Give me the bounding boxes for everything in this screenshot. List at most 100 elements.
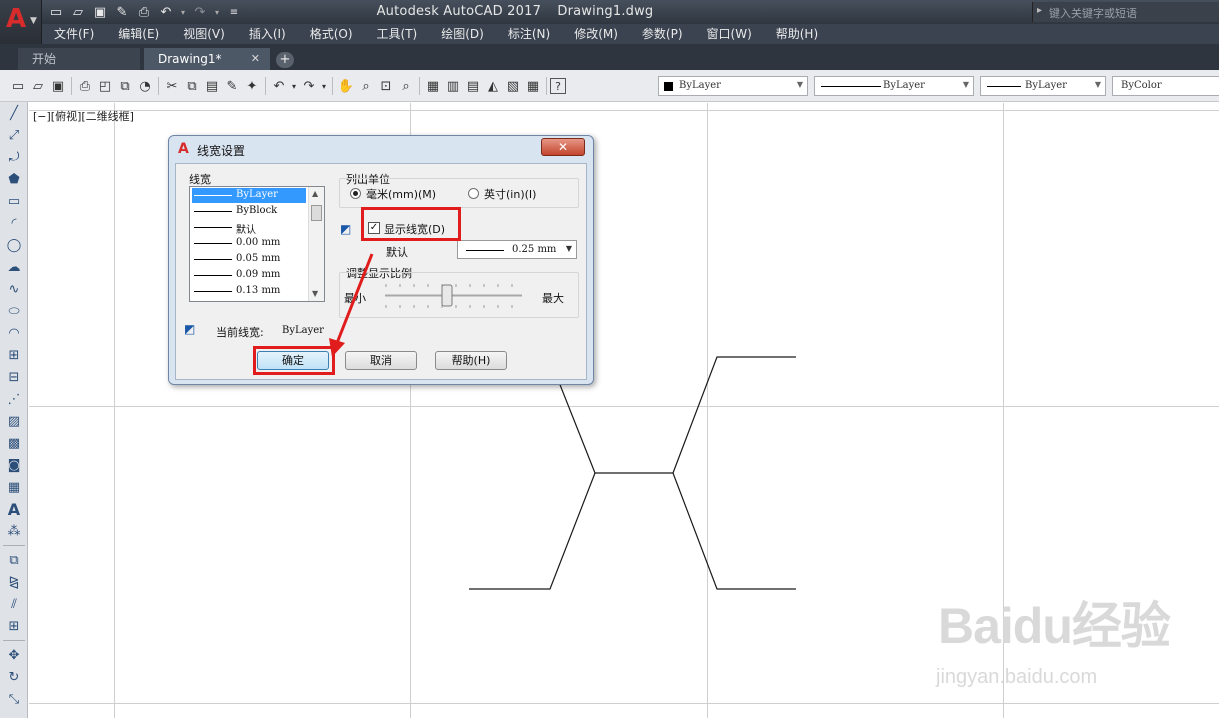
match-properties-icon[interactable]: ✎ [222, 76, 242, 96]
menu-format[interactable]: 格式(O) [298, 24, 365, 44]
unit-in-radio[interactable] [468, 188, 479, 199]
pan-icon[interactable]: ✋ [336, 76, 356, 96]
gradient-icon[interactable]: ▩ [0, 432, 28, 454]
offset-icon[interactable]: ⫽ [0, 593, 28, 615]
paste-icon[interactable]: ▤ [202, 76, 222, 96]
block-editor-icon[interactable]: ✦ [242, 76, 262, 96]
revision-cloud-icon[interactable]: ☁ [0, 256, 28, 278]
list-item[interactable]: 0.05 mm [192, 252, 306, 267]
menu-help[interactable]: 帮助(H) [764, 24, 830, 44]
cancel-button[interactable]: 取消 [345, 351, 417, 370]
application-menu-button[interactable]: A ▼ [0, 0, 42, 44]
default-lineweight-select[interactable]: 0.25 mm ▼ [457, 240, 577, 259]
tab-drawing1[interactable]: Drawing1* ✕ [144, 48, 270, 70]
rectangle-icon[interactable]: ▭ [0, 190, 28, 212]
list-item[interactable]: 默认 [192, 220, 306, 236]
insert-block-icon[interactable]: ⊞ [0, 344, 28, 366]
point-icon[interactable]: ⋰ [0, 388, 28, 410]
scale-icon[interactable]: ⤡ [0, 688, 28, 710]
unit-mm-radio[interactable] [350, 188, 361, 199]
ellipse-icon[interactable]: ⬭ [0, 300, 28, 322]
scroll-down-icon[interactable]: ▼ [312, 289, 318, 298]
polyline-icon[interactable]: ⤾ [0, 146, 28, 168]
make-block-icon[interactable]: ⊟ [0, 366, 28, 388]
add-selected-icon[interactable]: ⁂ [0, 520, 28, 542]
polygon-icon[interactable]: ⬟ [0, 168, 28, 190]
menu-dimension[interactable]: 标注(N) [496, 24, 562, 44]
plotstyle-control-select[interactable]: ByColor [1112, 76, 1219, 96]
tool-palettes-icon[interactable]: ▤ [463, 76, 483, 96]
multiline-text-icon[interactable]: A [0, 498, 28, 520]
new-icon[interactable]: ▭ [8, 76, 28, 96]
menu-modify[interactable]: 修改(M) [562, 24, 630, 44]
list-item[interactable]: ByBlock [192, 204, 306, 219]
help-button[interactable]: 帮助(H) [435, 351, 507, 370]
zoom-window-icon[interactable]: ⊡ [376, 76, 396, 96]
menu-window[interactable]: 窗口(W) [695, 24, 764, 44]
unit-in-label[interactable]: 英寸(in)(I) [484, 186, 536, 202]
new-tab-button[interactable]: + [276, 52, 294, 68]
undo-dropdown-icon[interactable]: ▾ [289, 76, 299, 96]
menu-file[interactable]: 文件(F) [42, 24, 106, 44]
circle-icon[interactable]: ◯ [0, 234, 28, 256]
save-icon[interactable]: ▣ [48, 76, 68, 96]
undo-icon[interactable]: ↶ [269, 76, 289, 96]
list-scrollbar[interactable]: ▲ ▼ [308, 187, 324, 301]
list-item[interactable]: ByLayer [192, 188, 306, 203]
menu-view[interactable]: 视图(V) [171, 24, 237, 44]
menu-insert[interactable]: 插入(I) [237, 24, 298, 44]
spline-icon[interactable]: ∿ [0, 278, 28, 300]
quickcalc-icon[interactable]: ▦ [523, 76, 543, 96]
move-icon[interactable]: ✥ [0, 644, 28, 666]
copy-object-icon[interactable]: ⧉ [0, 549, 28, 571]
lineweight-control-select[interactable]: ByLayer ▼ [980, 76, 1106, 96]
zoom-realtime-icon[interactable]: ⌕ [356, 76, 376, 96]
design-center-icon[interactable]: ▥ [443, 76, 463, 96]
unit-mm-label[interactable]: 毫米(mm)(M) [366, 186, 436, 202]
open-icon[interactable]: ▱ [28, 76, 48, 96]
rotate-icon[interactable]: ↻ [0, 666, 28, 688]
search-input[interactable]: ▸ 键入关键字或短语 [1032, 2, 1219, 22]
scroll-up-icon[interactable]: ▲ [312, 189, 318, 198]
menu-draw[interactable]: 绘图(D) [429, 24, 496, 44]
help-icon[interactable]: ? [550, 78, 566, 94]
viewport-controls[interactable]: [−][俯视][二维线框] [33, 108, 134, 124]
markup-icon[interactable]: ▧ [503, 76, 523, 96]
sheet-set-icon[interactable]: ◭ [483, 76, 503, 96]
redo-icon[interactable]: ↷ [299, 76, 319, 96]
line-icon[interactable]: ╱ [0, 102, 28, 124]
zoom-previous-icon[interactable]: ⌕ [396, 76, 416, 96]
menu-parametric[interactable]: 参数(P) [630, 24, 695, 44]
lineweight-list[interactable]: ByLayer ByBlock 默认 0.00 mm 0.05 mm 0.09 … [189, 186, 325, 302]
properties-icon[interactable]: ▦ [423, 76, 443, 96]
list-item[interactable]: 0.09 mm [192, 268, 306, 283]
redo-dropdown-icon[interactable]: ▾ [319, 76, 329, 96]
arc-icon[interactable]: ◜ [0, 212, 28, 234]
linetype-control-select[interactable]: ByLayer ▼ [814, 76, 974, 96]
table-icon[interactable]: ▦ [0, 476, 28, 498]
close-icon[interactable]: ✕ [251, 48, 260, 70]
plot-icon[interactable]: ⎙ [75, 76, 95, 96]
publish-icon[interactable]: ⧉ [115, 76, 135, 96]
list-item[interactable]: 0.00 mm [192, 236, 306, 251]
cut-icon[interactable]: ✂ [162, 76, 182, 96]
array-icon[interactable]: ⊞ [0, 615, 28, 637]
color-control-select[interactable]: ByLayer ▼ [658, 76, 808, 96]
plot-preview-icon[interactable]: ◰ [95, 76, 115, 96]
tab-start[interactable]: 开始 [18, 48, 140, 70]
mirror-icon[interactable]: ⧎ [0, 571, 28, 593]
hatch-icon[interactable]: ▨ [0, 410, 28, 432]
search-expand-icon[interactable]: ▸ [1037, 5, 1042, 16]
region-icon[interactable]: ◙ [0, 454, 28, 476]
drawn-geometry[interactable] [469, 356, 796, 590]
close-button[interactable]: ✕ [541, 138, 585, 156]
copy-icon[interactable]: ⧉ [182, 76, 202, 96]
dialog-title-bar[interactable]: A 线宽设置 ✕ [169, 136, 593, 162]
construction-line-icon[interactable]: ⤢ [0, 124, 28, 146]
ellipse-arc-icon[interactable]: ◠ [0, 322, 28, 344]
scrollbar-thumb[interactable] [311, 205, 322, 221]
list-item[interactable]: 0.13 mm [192, 284, 306, 299]
3d-print-icon[interactable]: ◔ [135, 76, 155, 96]
menu-tools[interactable]: 工具(T) [365, 24, 430, 44]
menu-edit[interactable]: 编辑(E) [106, 24, 171, 44]
